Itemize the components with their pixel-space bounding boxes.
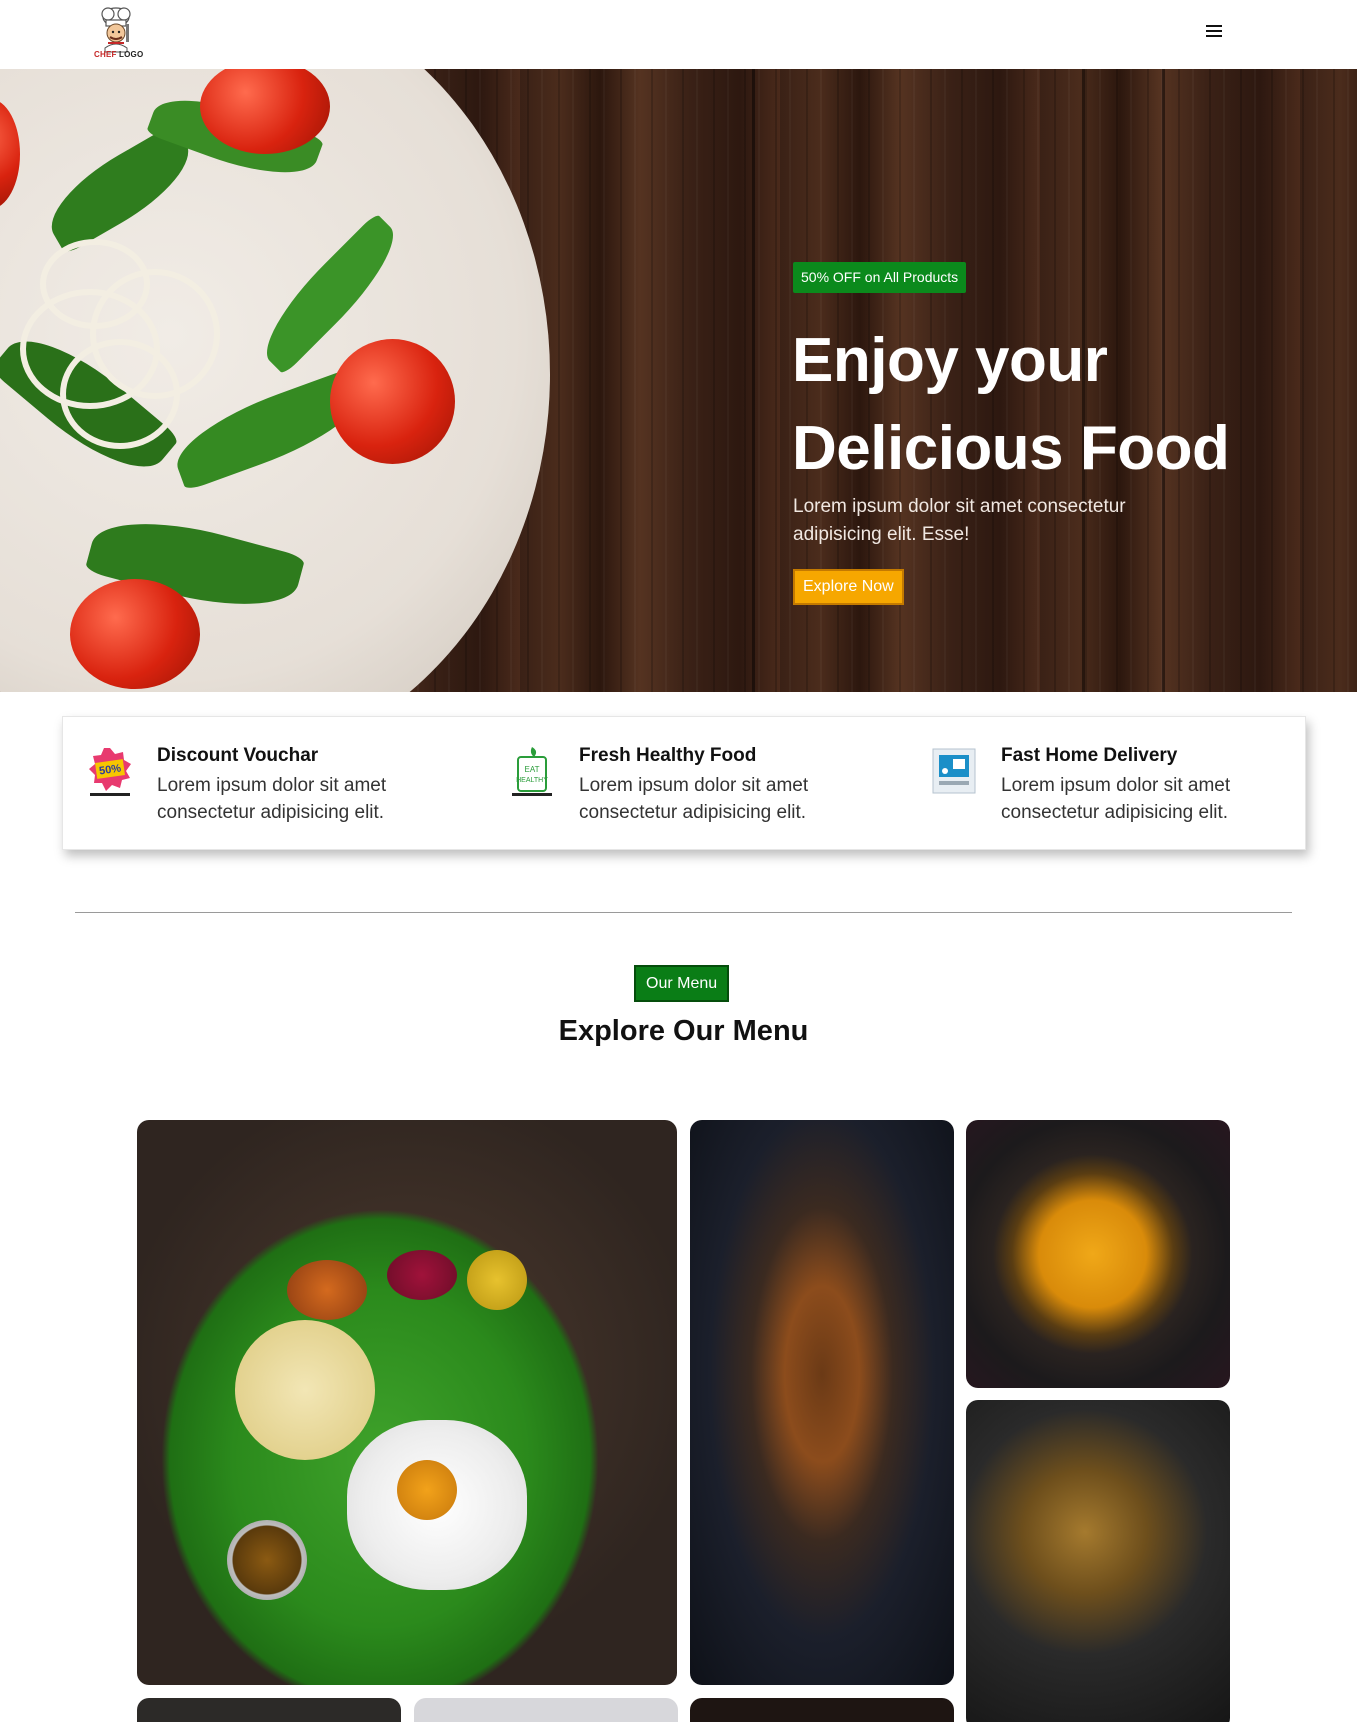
hero-title-line-2: Delicious Food [792, 414, 1230, 483]
svg-text:HEALTHY: HEALTHY [516, 777, 548, 784]
feature-description: Lorem ipsum dolor sit amet consectetur a… [1001, 775, 1231, 823]
home-delivery-icon [931, 745, 977, 799]
discount-badge-icon: 50% [87, 745, 133, 799]
beetroot [387, 1250, 457, 1300]
pasta-swirl [60, 339, 180, 449]
menu-image[interactable] [137, 1698, 401, 1722]
menu-image[interactable] [414, 1698, 678, 1722]
curry [397, 1460, 457, 1520]
tomato [330, 339, 455, 464]
feature-description: Lorem ipsum dolor sit amet consectetur a… [579, 775, 809, 823]
our-menu-badge: Our Menu [634, 965, 730, 1002]
board-seam [752, 69, 755, 692]
menu-image-curry-pan[interactable] [690, 1120, 954, 1685]
logo-text-chef: CHEF [94, 50, 117, 59]
offer-badge: 50% OFF on All Products [793, 262, 967, 293]
feature-healthy: EAT HEALTHY Fresh Healthy Food Lorem ips… [485, 717, 905, 851]
hamburger-menu-icon[interactable] [1203, 22, 1225, 44]
feature-delivery: Fast Home Delivery Lorem ipsum dolor sit… [907, 717, 1307, 851]
feature-discount: 50% Discount Vouchar Lorem ipsum dolor s… [63, 717, 483, 851]
logo-text-logo: LOGO [119, 50, 144, 59]
vegetable-side [287, 1260, 367, 1320]
dal [467, 1250, 527, 1310]
section-title: Explore Our Menu [558, 1015, 809, 1047]
feature-title: Fast Home Delivery [1001, 745, 1178, 766]
sambar-bowl [227, 1520, 307, 1600]
menu-image-fried-potatoes[interactable] [966, 1120, 1230, 1388]
papad [235, 1320, 375, 1460]
eat-healthy-icon: EAT HEALTHY [509, 745, 555, 799]
features-card: 50% Discount Vouchar Lorem ipsum dolor s… [62, 716, 1306, 850]
hero-banner: 50% OFF on All Products Enjoy your Delic… [0, 69, 1357, 692]
menu-image[interactable] [690, 1698, 954, 1722]
feature-description: Lorem ipsum dolor sit amet consectetur a… [157, 775, 387, 823]
logo-text: CHEF LOGO [94, 50, 143, 59]
section-divider [75, 912, 1292, 913]
hero-title-line-1: Enjoy your [792, 326, 1108, 395]
hero-description: Lorem ipsum dolor sit amet consectetur a… [793, 496, 1126, 545]
explore-now-button[interactable]: Explore Now [793, 569, 904, 605]
svg-text:EAT: EAT [525, 765, 540, 774]
feature-title: Discount Vouchar [157, 745, 319, 766]
site-header: CHEF LOGO [0, 0, 1357, 69]
menu-image-banana-leaf-meal[interactable] [137, 1120, 677, 1685]
hero-title: Enjoy your Delicious Food [792, 317, 1312, 493]
feature-title: Fresh Healthy Food [579, 745, 757, 766]
tomato [70, 579, 200, 689]
menu-image-brass-pitcher[interactable] [966, 1400, 1230, 1722]
